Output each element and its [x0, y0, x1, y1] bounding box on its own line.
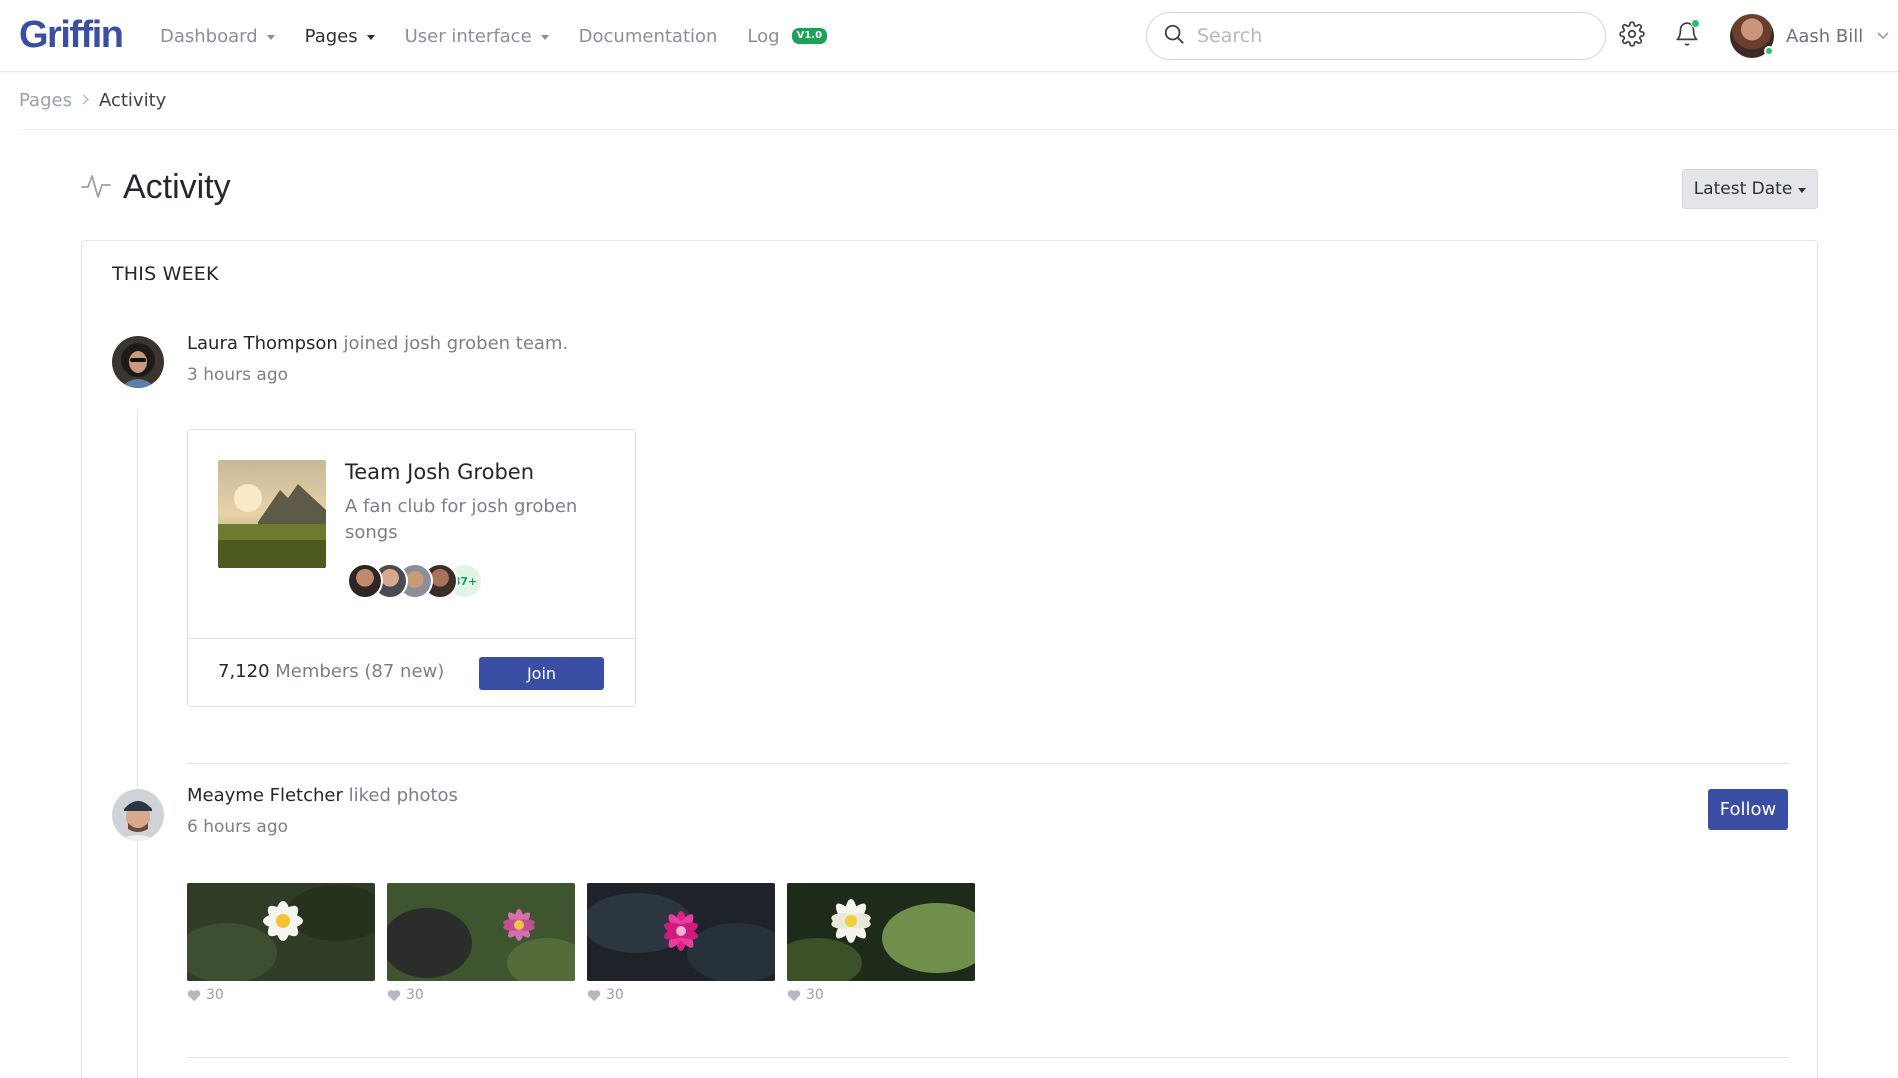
page-title: Activity [123, 168, 231, 206]
feed-divider [187, 763, 1789, 764]
photo-likes: 30 [787, 987, 975, 1003]
team-card: Team Josh Groben A fan club for josh gro… [187, 429, 636, 707]
photo-thumbnail[interactable] [787, 883, 975, 981]
join-button[interactable]: Join [479, 657, 604, 690]
likes-count: 30 [406, 987, 424, 1003]
chevron-right-icon [82, 93, 90, 109]
likes-count: 30 [606, 987, 624, 1003]
photo-item: 30 [187, 883, 375, 1003]
photo-gallery: 30 30 30 30 [187, 883, 987, 1003]
version-badge: V1.0 [791, 28, 828, 44]
photo-item: 30 [387, 883, 575, 1003]
sort-dropdown-button[interactable]: Latest Date [1682, 169, 1818, 209]
team-members-stack: 87+ [347, 563, 483, 599]
user-name-link[interactable]: Laura Thompson [187, 333, 338, 354]
caret-down-icon [1798, 187, 1807, 193]
nav-log-label: Log [747, 25, 780, 47]
activity-action: joined josh groben team. [343, 333, 569, 354]
feed-divider [187, 1057, 1789, 1058]
settings-button[interactable] [1616, 20, 1648, 52]
chevron-down-icon [1877, 32, 1889, 40]
photo-item: 30 [587, 883, 775, 1003]
heart-icon[interactable] [587, 989, 601, 1002]
nav-dashboard-label: Dashboard [160, 25, 258, 47]
members-number: 7,120 [218, 661, 270, 682]
nav-documentation[interactable]: Documentation [579, 26, 718, 47]
timeline-line [137, 409, 138, 1078]
breadcrumb: Pages Activity [19, 72, 1898, 130]
nav-documentation-label: Documentation [578, 25, 718, 47]
caret-down-icon [540, 34, 549, 40]
heart-icon[interactable] [387, 989, 401, 1002]
section-title: THIS WEEK [112, 263, 219, 285]
heart-icon[interactable] [187, 989, 201, 1002]
user-name: Aash Bill [1786, 25, 1864, 47]
member-avatar [347, 563, 383, 599]
online-status-dot [1764, 46, 1774, 56]
team-description: A fan club for josh groben songs [345, 496, 578, 543]
breadcrumb-current: Activity [98, 90, 167, 111]
main-nav: Dashboard Pages User interface Documenta… [160, 0, 857, 72]
gear-icon [1619, 21, 1645, 51]
activity-pulse-icon [81, 172, 111, 204]
likes-count: 30 [806, 987, 824, 1003]
nav-pages[interactable]: Pages [305, 26, 375, 47]
nav-user-interface[interactable]: User interface [405, 26, 549, 47]
user-menu[interactable]: Aash Bill [1730, 14, 1889, 58]
team-name[interactable]: Team Josh Groben [345, 460, 534, 484]
caret-down-icon [366, 34, 375, 40]
team-card-footer: 7,120 Members (87 new) Join [188, 638, 635, 707]
follow-button[interactable]: Follow [1708, 789, 1788, 830]
activity-text: Laura Thompson joined josh groben team. [187, 333, 568, 354]
notification-dot [1691, 19, 1700, 28]
activity-text: Meayme Fletcher liked photos [187, 785, 458, 806]
page-title-row: Activity [81, 168, 231, 207]
avatar-meayme-fletcher[interactable] [112, 789, 164, 841]
members-count: 7,120 Members (87 new) [218, 661, 444, 682]
likes-count: 30 [206, 987, 224, 1003]
logo[interactable]: Griffin [19, 12, 124, 58]
nav-pages-label: Pages [304, 25, 358, 47]
photo-thumbnail[interactable] [387, 883, 575, 981]
nav-dashboard[interactable]: Dashboard [160, 26, 275, 47]
top-navbar: Griffin Dashboard Pages User interface D… [0, 0, 1898, 72]
nav-user-interface-label: User interface [404, 25, 532, 47]
members-suffix: Members (87 new) [275, 661, 445, 682]
search-icon [1163, 23, 1185, 49]
activity-time: 6 hours ago [187, 817, 289, 837]
nav-log[interactable]: Log V1.0 [747, 25, 828, 47]
photo-likes: 30 [187, 987, 375, 1003]
activity-action: liked photos [348, 785, 458, 806]
breadcrumb-pages-link[interactable]: Pages [19, 90, 72, 111]
photo-item: 30 [787, 883, 975, 1003]
sort-label: Latest Date [1693, 179, 1793, 199]
search-box[interactable] [1146, 12, 1606, 60]
photo-thumbnail[interactable] [587, 883, 775, 981]
avatar [1730, 14, 1774, 58]
caret-down-icon [266, 34, 275, 40]
photo-likes: 30 [587, 987, 775, 1003]
team-image[interactable] [218, 460, 326, 568]
photo-likes: 30 [387, 987, 575, 1003]
heart-icon[interactable] [787, 989, 801, 1002]
photo-thumbnail[interactable] [187, 883, 375, 981]
search-input[interactable] [1197, 25, 1577, 47]
avatar-laura-thompson[interactable] [112, 336, 164, 388]
user-name-link[interactable]: Meayme Fletcher [187, 785, 343, 806]
notifications-button[interactable] [1671, 19, 1703, 52]
activity-time: 3 hours ago [187, 365, 289, 385]
activity-card: THIS WEEK Laura Thompson joined josh gro… [81, 240, 1818, 1078]
